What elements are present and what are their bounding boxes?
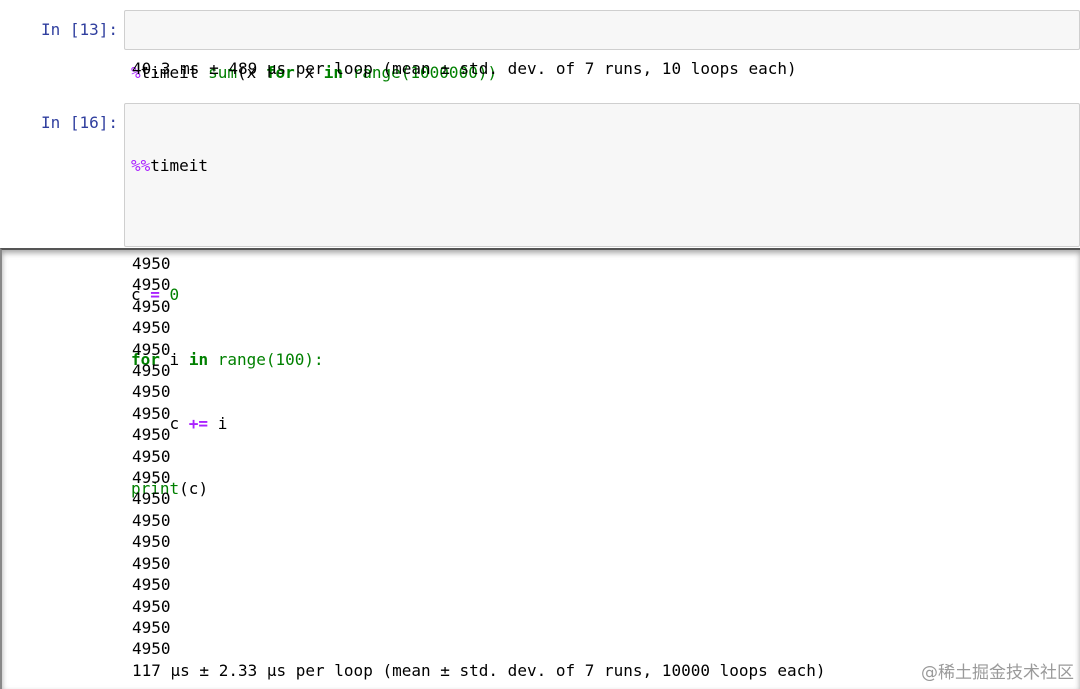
cell-13-input[interactable]: %timeit sum(x for x in range(1000000)) xyxy=(124,10,1080,82)
output-line: 4950 xyxy=(132,382,171,402)
output-lines: 4950 4950 4950 4950 4950 4950 4950 4950 4950 4950… xyxy=(132,253,826,681)
output-line: 4950 xyxy=(132,339,171,359)
output-line: 4950 xyxy=(132,489,171,509)
output-line: 4950 xyxy=(132,446,171,466)
output-line: 4950 xyxy=(132,532,171,552)
output-line: 4950 xyxy=(132,403,171,423)
output-line: 4950 xyxy=(132,254,171,273)
cell-magic-percent: %% xyxy=(131,156,151,175)
cell-magic-word: timeit xyxy=(150,156,209,175)
output-line: 4950 xyxy=(132,639,171,659)
cell-16-prompt: In [16]: xyxy=(40,113,118,132)
output-line: 4950 xyxy=(132,596,171,616)
cell-13-prompt: In [13]: xyxy=(40,20,118,39)
cell-16-input[interactable]: %%timeit c = 0 for i in range(100): c +=… xyxy=(124,103,1080,498)
timing-result: 117 µs ± 2.33 µs per loop (mean ± std. d… xyxy=(132,660,826,680)
cell-13-output: 40.3 ms ± 489 µs per loop (mean ± std. d… xyxy=(132,59,797,78)
code-line-1: %%timeit xyxy=(131,155,1073,177)
output-line: 4950 xyxy=(132,425,171,445)
output-line: 4950 xyxy=(132,575,171,595)
watermark: @稀土掘金技术社区 xyxy=(921,663,1074,683)
output-line: 4950 xyxy=(132,361,171,381)
output-line: 4950 xyxy=(132,318,171,338)
output-line: 4950 xyxy=(132,275,171,295)
notebook: In [13]: %timeit sum(x for x in range(10… xyxy=(0,0,1080,689)
output-line: 4950 xyxy=(132,296,171,316)
output-line: 4950 xyxy=(132,617,171,637)
cell-16-output-scroll[interactable]: 4950 4950 4950 4950 4950 4950 4950 4950 4950 4950… xyxy=(0,248,1080,689)
output-line: 4950 xyxy=(132,553,171,573)
output-line: 4950 xyxy=(132,510,171,530)
output-line: 4950 xyxy=(132,468,171,488)
